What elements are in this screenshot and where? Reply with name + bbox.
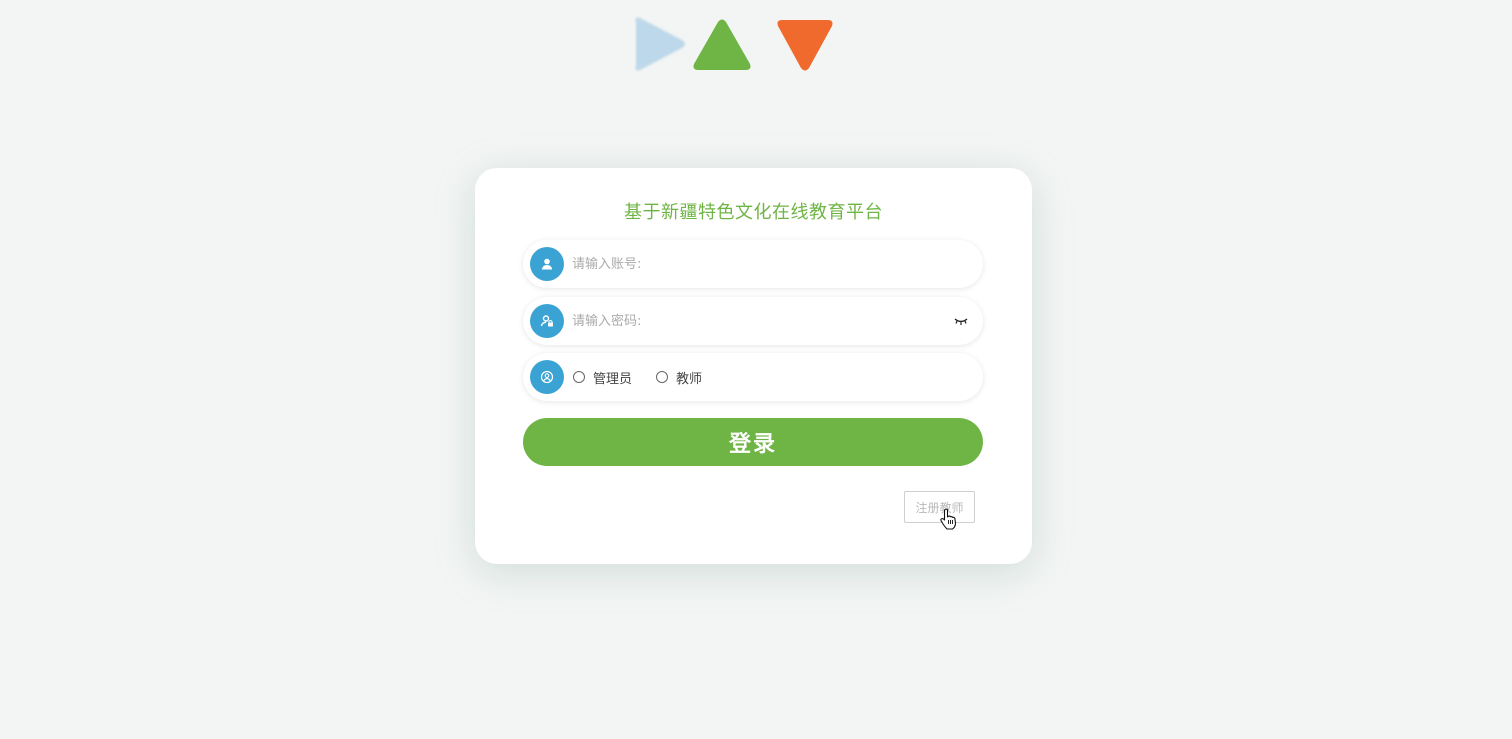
down-triangle-icon: [777, 20, 833, 71]
user-icon: [530, 247, 564, 281]
account-input[interactable]: [572, 249, 983, 279]
register-teacher-button[interactable]: 注册教师: [904, 491, 975, 523]
login-card: 基于新疆特色文化在线教育平台 请输入账号: 管理员 教师 登录 注册教师: [475, 168, 1032, 564]
role-label-admin: 管理员: [593, 371, 633, 387]
user-circle-icon: [530, 360, 564, 394]
role-radio-group: 管理员 教师: [573, 368, 726, 387]
role-radio-teacher[interactable]: 教师: [656, 368, 702, 387]
login-page: 基于新疆特色文化在线教育平台 请输入账号: 管理员 教师 登录 注册教师: [0, 0, 1512, 739]
account-field[interactable]: [523, 240, 983, 288]
role-label-teacher: 教师: [676, 371, 703, 387]
radio-button[interactable]: [656, 371, 669, 383]
password-field[interactable]: [523, 297, 983, 345]
up-triangle-icon: [693, 19, 751, 70]
play-triangle-icon: [635, 17, 685, 71]
role-radio-admin[interactable]: 管理员: [573, 368, 632, 387]
password-input[interactable]: [572, 306, 953, 336]
eye-closed-icon[interactable]: [953, 316, 969, 326]
page-title: 基于新疆特色文化在线教育平台: [624, 202, 883, 223]
radio-button[interactable]: [573, 371, 585, 383]
user-lock-icon: [530, 304, 564, 338]
login-button[interactable]: 登录: [523, 418, 983, 466]
role-field: 管理员 教师: [523, 353, 983, 401]
